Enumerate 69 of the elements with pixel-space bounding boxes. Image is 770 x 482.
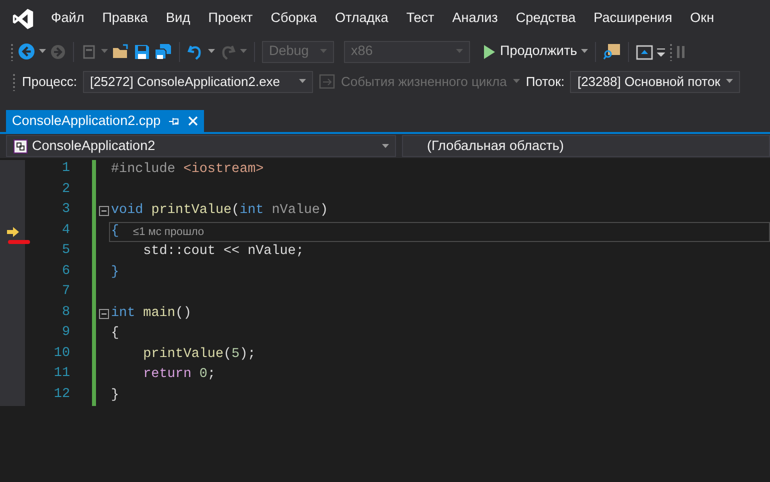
line-number: 3 <box>60 201 70 219</box>
menu-item[interactable]: Правка <box>93 8 157 29</box>
pin-icon[interactable] <box>168 116 180 126</box>
project-icon[interactable] <box>81 44 97 60</box>
caret-icon[interactable] <box>298 79 306 84</box>
perf-tip[interactable]: ≤1 мс прошло <box>133 222 204 241</box>
code-line: } <box>110 386 120 404</box>
line-number: 5 <box>60 242 70 260</box>
code-line: int main() <box>110 304 192 322</box>
line-number: 4 <box>60 222 70 240</box>
collapse-icon[interactable] <box>99 308 109 319</box>
menu-item[interactable]: Окн <box>681 8 724 29</box>
menu-item[interactable]: Средства <box>506 8 585 29</box>
document-tab[interactable]: ConsoleApplication2.cpp <box>6 110 204 132</box>
code-line: return 0; <box>142 366 216 384</box>
line-number: 6 <box>60 262 70 280</box>
app-logo-icon <box>12 8 34 30</box>
line-number: 12 <box>52 386 70 404</box>
thread-dropdown[interactable]: [23288] Основной поток <box>570 70 740 92</box>
project-dropdown[interactable]: ConsoleApplication2 <box>6 135 396 157</box>
line-number: 9 <box>60 324 70 342</box>
save-icon[interactable] <box>134 44 150 60</box>
menu-item[interactable]: Отладка <box>326 8 398 29</box>
thread-label: Поток: <box>526 72 564 91</box>
overflow-icon[interactable] <box>657 46 666 56</box>
menu-item[interactable]: Анализ <box>443 8 507 29</box>
project-name: ConsoleApplication2 <box>32 136 156 155</box>
underline-mark <box>8 240 30 244</box>
collapse-icon[interactable] <box>99 206 109 216</box>
code-line: { <box>111 222 120 240</box>
caret-icon[interactable] <box>382 144 389 148</box>
menu-item[interactable]: Тест <box>397 8 444 29</box>
back-icon[interactable] <box>18 43 35 60</box>
caret-icon[interactable] <box>39 49 46 54</box>
caret-icon[interactable] <box>581 49 588 54</box>
menu-item[interactable]: Вид <box>156 8 200 29</box>
code-line: { <box>110 325 120 343</box>
code-line: void printValue(int nValue) <box>110 202 330 220</box>
code-line: std::cout << nValue; <box>142 243 305 261</box>
play-icon[interactable] <box>482 44 496 60</box>
caret-icon[interactable] <box>101 49 108 54</box>
menu-item[interactable]: Проект <box>199 8 262 29</box>
window-icon[interactable] <box>636 44 654 60</box>
line-number: 8 <box>60 304 70 322</box>
save-all-icon[interactable] <box>154 43 172 60</box>
code-line: #include <iostream> <box>110 161 265 179</box>
process-dropdown[interactable]: [25272] ConsoleApplication2.exe <box>82 70 313 92</box>
process-label: Процесс: <box>22 72 77 91</box>
caret-icon[interactable] <box>726 79 734 84</box>
find-icon[interactable] <box>603 43 622 60</box>
scope-dropdown[interactable]: (Глобальная область) <box>402 135 770 157</box>
menu-item[interactable]: Сборка <box>262 8 326 29</box>
caret-icon[interactable] <box>208 49 215 54</box>
folder-icon[interactable] <box>112 44 130 60</box>
line-number: 1 <box>60 160 70 178</box>
pause-icon[interactable] <box>677 44 686 58</box>
caret-icon[interactable] <box>512 79 520 84</box>
line-number: 7 <box>60 283 70 301</box>
code-line: printValue(5); <box>142 346 257 364</box>
caret-icon[interactable] <box>240 49 247 54</box>
menu-item[interactable]: Файл <box>42 8 94 29</box>
code-line: } <box>110 264 120 282</box>
line-number: 2 <box>60 180 70 198</box>
project-icon <box>13 138 28 154</box>
close-icon[interactable] <box>188 116 198 126</box>
menu-item[interactable]: Расширения <box>584 8 682 29</box>
continue-button[interactable]: Продолжить <box>500 41 578 62</box>
line-number: 11 <box>52 365 70 383</box>
line-number: 10 <box>52 344 70 362</box>
